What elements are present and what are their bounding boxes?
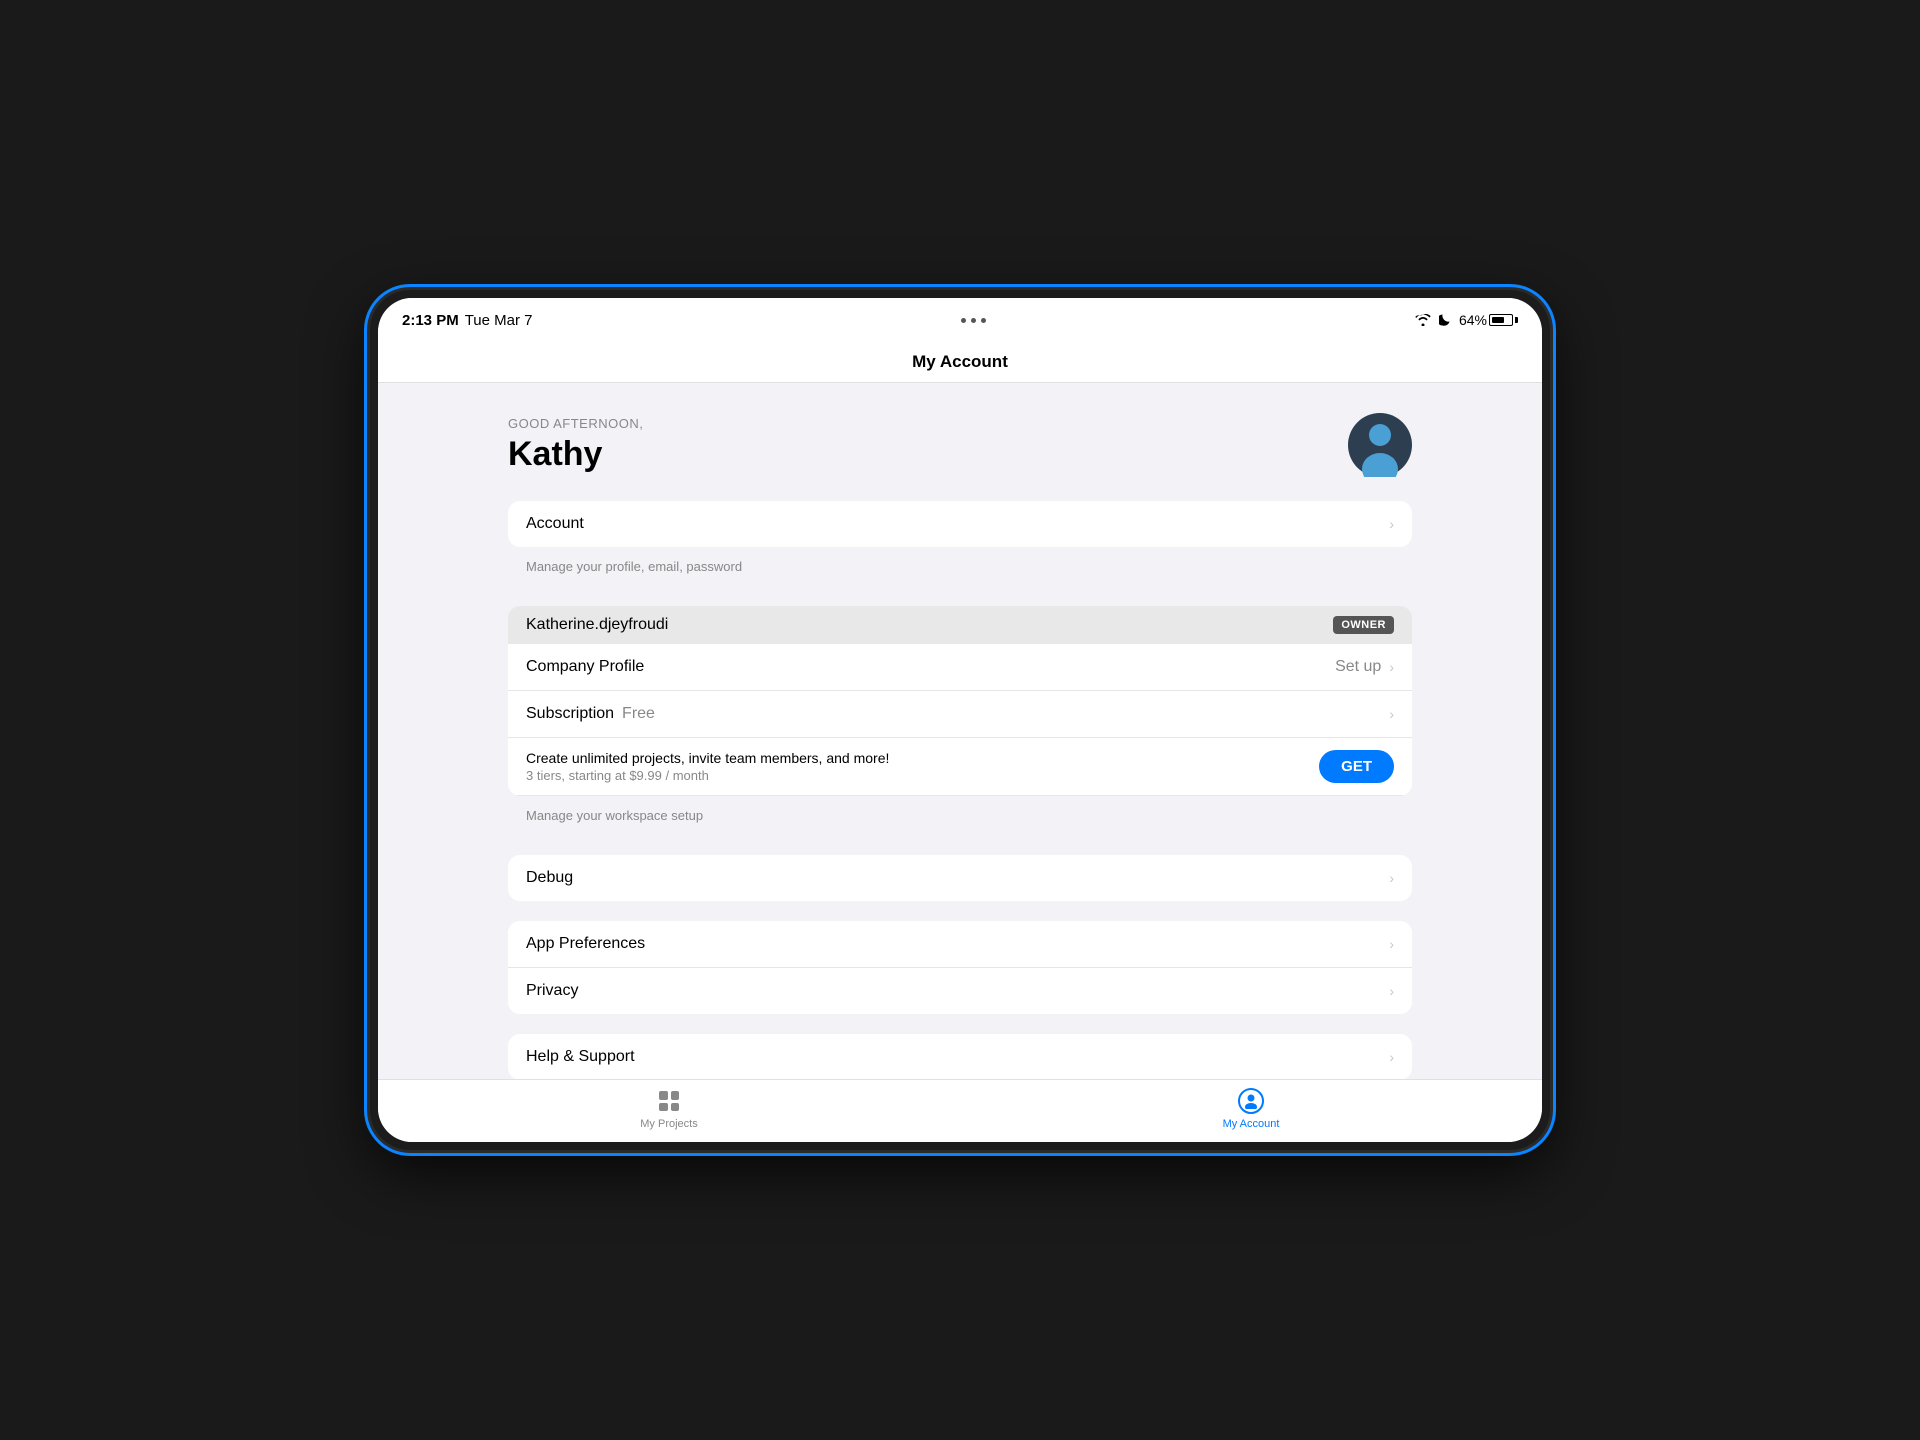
dot1 — [961, 318, 966, 323]
promo-main-text: Create unlimited projects, invite team m… — [526, 750, 1319, 766]
account-menu-item[interactable]: Account › — [508, 501, 1412, 547]
privacy-title: Privacy — [526, 982, 1389, 1000]
workspace-name: Katherine.djeyfroudi — [526, 616, 668, 634]
promo-sub-text: 3 tiers, starting at $9.99 / month — [526, 768, 1319, 783]
subscription-value: Free — [622, 705, 655, 723]
status-date: Tue Mar 7 — [465, 312, 533, 329]
user-name: Kathy — [508, 435, 643, 474]
tab-my-projects[interactable]: My Projects — [378, 1088, 960, 1130]
projects-icon — [656, 1088, 682, 1114]
account-tab-person-icon — [1243, 1093, 1259, 1109]
help-left: Help & Support — [526, 1048, 1389, 1066]
status-time: 2:13 PM — [402, 312, 459, 329]
grid-icon — [659, 1091, 679, 1111]
app-preferences-item[interactable]: App Preferences › — [508, 921, 1412, 968]
subscription-chevron-icon: › — [1389, 706, 1394, 722]
account-chevron-icon: › — [1389, 516, 1394, 532]
page-header: GOOD AFTERNOON, Kathy — [508, 413, 1412, 477]
tab-account-label: My Account — [1223, 1118, 1280, 1130]
promo-row: Create unlimited projects, invite team m… — [508, 738, 1412, 796]
privacy-right: › — [1389, 983, 1394, 999]
app-preferences-right: › — [1389, 936, 1394, 952]
help-item[interactable]: Help & Support › — [508, 1034, 1412, 1079]
workspace-header: Katherine.djeyfroudi OWNER — [508, 606, 1412, 644]
company-profile-title: Company Profile — [526, 658, 1335, 676]
debug-card: Debug › — [508, 855, 1412, 901]
avatar — [1348, 413, 1412, 477]
workspace-description: Manage your workspace setup — [508, 804, 1412, 835]
company-profile-value: Set up — [1335, 658, 1381, 676]
account-card: Account › — [508, 501, 1412, 547]
owner-badge: OWNER — [1333, 616, 1394, 634]
account-item-right: › — [1389, 516, 1394, 532]
privacy-left: Privacy — [526, 982, 1389, 1000]
grid-cell-4 — [671, 1103, 680, 1112]
wifi-icon — [1415, 314, 1431, 326]
nav-title: My Account — [912, 352, 1008, 372]
prefs-card: App Preferences › Privacy › — [508, 921, 1412, 1014]
subscription-left: Subscription Free — [526, 705, 1389, 723]
main-content: GOOD AFTERNOON, Kathy Ac — [378, 383, 1542, 1079]
status-right: 64% — [1415, 312, 1518, 328]
account-card-group: Account › Manage your profile, email, pa… — [508, 501, 1412, 586]
subscription-item[interactable]: Subscription Free › — [508, 691, 1412, 738]
get-button[interactable]: GET — [1319, 750, 1394, 783]
debug-title: Debug — [526, 869, 1389, 887]
help-right: › — [1389, 1049, 1394, 1065]
battery-percent: 64% — [1459, 312, 1487, 328]
company-profile-item[interactable]: Company Profile Set up › — [508, 644, 1412, 691]
workspace-card: Katherine.djeyfroudi OWNER Company Profi… — [508, 606, 1412, 796]
subscription-title: Subscription Free — [526, 705, 1389, 723]
tab-bar: My Projects My Account — [378, 1079, 1542, 1142]
avatar-wrapper — [1348, 413, 1412, 477]
tab-projects-label: My Projects — [640, 1118, 697, 1130]
account-item-left: Account — [526, 515, 1389, 533]
status-center-dots — [961, 318, 986, 323]
promo-text-block: Create unlimited projects, invite team m… — [526, 750, 1319, 783]
grid-cell-3 — [659, 1103, 668, 1112]
app-preferences-title: App Preferences — [526, 935, 1389, 953]
debug-card-group: Debug › — [508, 855, 1412, 901]
app-preferences-left: App Preferences — [526, 935, 1389, 953]
debug-left: Debug — [526, 869, 1389, 887]
subscription-label: Subscription — [526, 705, 614, 723]
app-preferences-chevron-icon: › — [1389, 936, 1394, 952]
battery-tip — [1515, 317, 1518, 323]
greeting-label: GOOD AFTERNOON, — [508, 416, 643, 431]
account-item-title: Account — [526, 515, 1389, 533]
account-tab-icon-wrapper — [1238, 1088, 1264, 1114]
subscription-right: › — [1389, 706, 1394, 722]
prefs-card-group: App Preferences › Privacy › — [508, 921, 1412, 1014]
account-tab-icon — [1238, 1088, 1264, 1114]
nav-bar: My Account — [378, 342, 1542, 383]
help-card: Help & Support › — [508, 1034, 1412, 1079]
help-chevron-icon: › — [1389, 1049, 1394, 1065]
account-description: Manage your profile, email, password — [508, 555, 1412, 586]
help-card-group: Help & Support › — [508, 1034, 1412, 1079]
grid-cell-1 — [659, 1091, 668, 1100]
battery-indicator: 64% — [1459, 312, 1518, 328]
debug-item[interactable]: Debug › — [508, 855, 1412, 901]
debug-chevron-icon: › — [1389, 870, 1394, 886]
grid-cell-2 — [671, 1091, 680, 1100]
company-profile-chevron-icon: › — [1389, 659, 1394, 675]
moon-icon — [1439, 313, 1451, 327]
device-frame: 2:13 PM Tue Mar 7 — [370, 290, 1550, 1150]
debug-right: › — [1389, 870, 1394, 886]
battery-body — [1489, 314, 1513, 326]
dot3 — [981, 318, 986, 323]
privacy-chevron-icon: › — [1389, 983, 1394, 999]
dot2 — [971, 318, 976, 323]
greeting-block: GOOD AFTERNOON, Kathy — [508, 416, 643, 474]
company-profile-right: Set up › — [1335, 658, 1394, 676]
help-title: Help & Support — [526, 1048, 1389, 1066]
device-screen: 2:13 PM Tue Mar 7 — [378, 298, 1542, 1142]
tab-my-account[interactable]: My Account — [960, 1088, 1542, 1130]
privacy-item[interactable]: Privacy › — [508, 968, 1412, 1014]
company-profile-left: Company Profile — [526, 658, 1335, 676]
workspace-card-group: Katherine.djeyfroudi OWNER Company Profi… — [508, 606, 1412, 835]
battery-fill — [1492, 317, 1504, 323]
status-bar: 2:13 PM Tue Mar 7 — [378, 298, 1542, 342]
